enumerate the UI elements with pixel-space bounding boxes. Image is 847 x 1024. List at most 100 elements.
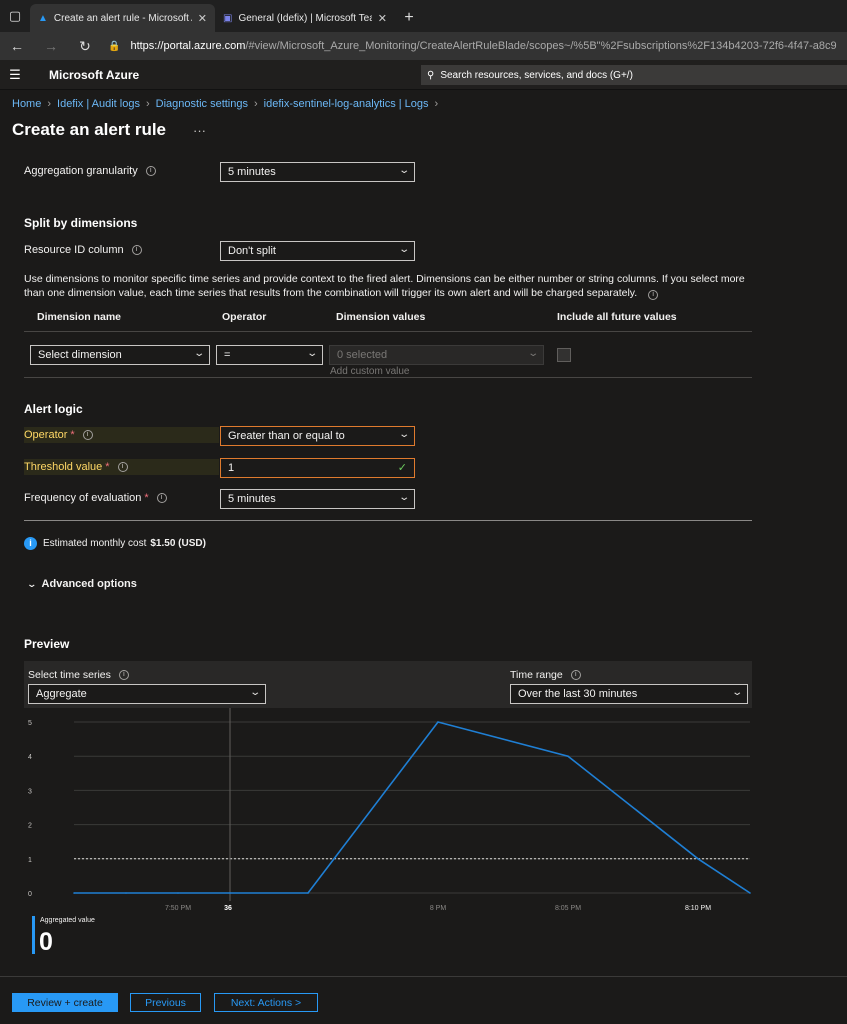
add-custom-value-link[interactable]: Add custom value — [330, 366, 410, 377]
aggregation-label: Aggregation granularity i — [24, 165, 156, 177]
info-icon[interactable]: i — [145, 166, 156, 176]
menu-icon[interactable]: ☰ — [0, 67, 30, 83]
more-options-icon[interactable]: ··· — [193, 123, 206, 138]
close-icon[interactable]: ✕ — [378, 12, 387, 25]
time-range-label-text: Time range — [510, 669, 563, 681]
data-point — [307, 892, 309, 894]
breadcrumb-logs[interactable]: idefix-sentinel-log-analytics | Logs — [264, 98, 429, 110]
browser-tab-teams[interactable]: ▣ General (Idefix) | Microsoft Teams ✕ — [215, 4, 395, 32]
info-icon[interactable]: i — [648, 290, 659, 300]
data-point — [437, 721, 439, 723]
breadcrumb-audit-logs[interactable]: Idefix | Audit logs — [57, 98, 140, 110]
data-point — [697, 858, 699, 860]
y-tick-label: 2 — [28, 823, 32, 830]
info-icon[interactable]: i — [118, 670, 129, 680]
close-icon[interactable]: ✕ — [198, 12, 207, 25]
operator-dropdown[interactable]: Greater than or equal to ⌄ — [220, 426, 415, 446]
x-tick-label: 8 PM — [430, 905, 447, 912]
new-tab-icon[interactable]: + — [395, 4, 423, 32]
x-tick-label: 8:10 PM — [685, 905, 711, 912]
chevron-right-icon: › — [253, 98, 258, 110]
next-actions-button[interactable]: Next: Actions > — [214, 993, 318, 1012]
data-point — [567, 755, 569, 757]
threshold-value: 1 — [228, 462, 235, 474]
chevron-down-icon: ⌄ — [397, 244, 410, 255]
url-input[interactable]: 🔒 https://portal.azure.com/#view/Microso… — [108, 40, 837, 52]
frequency-value: 5 minutes — [228, 493, 276, 505]
back-icon[interactable]: ← — [0, 38, 34, 54]
chevron-right-icon: › — [145, 98, 150, 110]
chevron-down-icon: ⌄ — [192, 348, 205, 359]
info-icon[interactable]: i — [570, 670, 581, 680]
data-point — [229, 892, 231, 894]
brand-name[interactable]: Microsoft Azure — [49, 68, 139, 82]
time-range-value: Over the last 30 minutes — [518, 688, 638, 700]
browser-tab-alert-rule[interactable]: ▲ Create an alert rule - Microsoft Azure… — [30, 4, 215, 32]
chevron-right-icon: › — [434, 98, 439, 110]
checkmark-icon: ✓ — [397, 462, 407, 474]
chevron-down-icon: ⌄ — [397, 429, 410, 440]
chevron-down-icon: ⌄ — [730, 687, 743, 698]
aggregation-value: 5 minutes — [228, 166, 276, 178]
breadcrumb-home[interactable]: Home — [12, 98, 41, 110]
tab-actions-icon[interactable]: ▢ — [0, 0, 30, 32]
forward-icon[interactable]: → — [34, 38, 68, 54]
include-future-checkbox[interactable] — [557, 348, 571, 362]
threshold-label-text: Threshold value — [24, 461, 103, 473]
time-range-dropdown[interactable]: Over the last 30 minutes ⌄ — [510, 684, 748, 704]
info-icon[interactable]: i — [117, 462, 128, 472]
divider — [24, 520, 752, 521]
footer-bar: Review + create Previous Next: Actions > — [0, 976, 847, 1024]
operator-value: Greater than or equal to — [228, 430, 345, 442]
aggregation-dropdown[interactable]: 5 minutes ⌄ — [220, 162, 415, 182]
tab-title: General (Idefix) | Microsoft Teams — [238, 12, 371, 24]
x-tick-label: 8:05 PM — [555, 905, 581, 912]
dimension-values-dropdown[interactable]: 0 selected ⌄ — [329, 345, 544, 365]
series-color-bar — [32, 916, 35, 954]
frequency-label: Frequency of evaluation * i — [24, 492, 167, 504]
threshold-label: Threshold value * i — [24, 459, 219, 475]
chevron-down-icon: ⌄ — [397, 492, 410, 503]
page-title: Create an alert rule — [12, 120, 167, 139]
lock-icon: 🔒 — [108, 40, 121, 52]
y-tick-label: 1 — [28, 857, 32, 864]
frequency-dropdown[interactable]: 5 minutes ⌄ — [220, 489, 415, 509]
alert-logic-heading: Alert logic — [24, 402, 83, 416]
col-operator: Operator — [222, 311, 267, 323]
advanced-options-label: Advanced options — [41, 578, 137, 590]
data-point — [73, 892, 75, 894]
previous-button[interactable]: Previous — [130, 993, 201, 1012]
resource-id-dropdown[interactable]: Don't split ⌄ — [220, 241, 415, 261]
aggregated-value-label: Aggregated value — [40, 917, 95, 924]
review-create-button[interactable]: Review + create — [12, 993, 118, 1012]
preview-chart[interactable]: 0 1 2 3 4 5 7:50 PM 8 PM 8:05 PM 8:10 PM 36 — [24, 708, 752, 918]
breadcrumb-diagnostic-settings[interactable]: Diagnostic settings — [156, 98, 248, 110]
dimensions-description-text: Use dimensions to monitor specific time … — [24, 273, 745, 299]
dimension-operator-dropdown[interactable]: = ⌄ — [216, 345, 323, 365]
operator-label-text: Operator — [24, 429, 68, 441]
search-input[interactable]: ⚲ Search resources, services, and docs (… — [421, 65, 847, 85]
info-icon[interactable]: i — [156, 493, 167, 503]
dimension-placeholder: Select dimension — [38, 349, 122, 361]
info-icon[interactable]: i — [131, 245, 142, 255]
cost-text: Estimated monthly cost — [43, 538, 147, 549]
aggregated-value: 0 — [39, 928, 53, 956]
time-series-dropdown[interactable]: Aggregate ⌄ — [28, 684, 266, 704]
url-host: https://portal.azure.com — [130, 40, 246, 52]
cursor-label: 36 — [224, 905, 232, 912]
tab-title: Create an alert rule - Microsoft Azure — [53, 12, 192, 24]
info-icon[interactable]: i — [82, 430, 93, 440]
col-include-future: Include all future values — [557, 311, 677, 323]
azure-top-bar: ☰ Microsoft Azure ⚲ Search resources, se… — [0, 60, 847, 90]
required-mark: * — [105, 461, 110, 473]
threshold-input[interactable]: 1 ✓ — [220, 458, 415, 478]
dimension-name-dropdown[interactable]: Select dimension ⌄ — [30, 345, 210, 365]
chevron-down-icon: ⌄ — [248, 687, 261, 698]
azure-logo-icon: ▲ — [38, 12, 48, 24]
divider — [24, 331, 752, 332]
y-tick-label: 3 — [28, 788, 32, 795]
required-mark: * — [144, 492, 149, 504]
y-tick-label: 0 — [28, 891, 32, 898]
refresh-icon[interactable]: ↻ — [68, 38, 102, 55]
advanced-options-toggle[interactable]: ⌄ Advanced options — [26, 578, 137, 590]
